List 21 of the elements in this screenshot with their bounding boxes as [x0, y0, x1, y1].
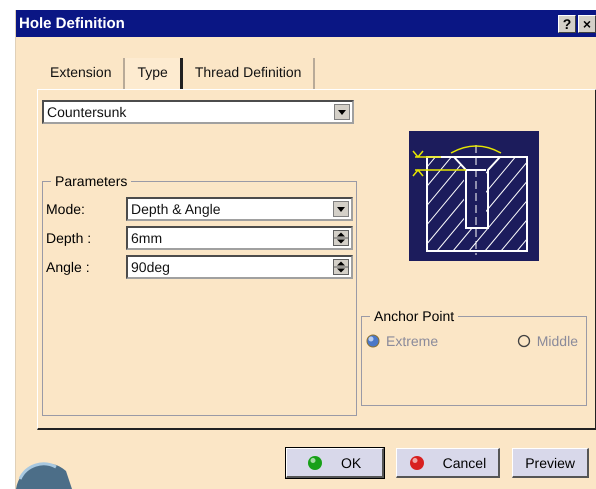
preview-button[interactable]: Preview: [512, 448, 589, 478]
input-field[interactable]: 6mm: [126, 226, 353, 250]
mode-dropdown[interactable]: Depth & Angle: [126, 197, 353, 221]
ball-icon: [306, 454, 323, 470]
tab[interactable]: Type: [125, 58, 183, 89]
close-button[interactable]: ×: [578, 14, 596, 32]
input-field[interactable]: 90deg: [126, 255, 353, 279]
ball-icon: [408, 454, 425, 470]
group-title: Parameters: [51, 173, 132, 189]
window-title: Hole Definition: [19, 15, 125, 32]
hole-type-dropdown[interactable]: Countersunk: [42, 100, 354, 124]
group-title: Anchor Point: [370, 308, 458, 324]
spinner-icon[interactable]: [333, 259, 349, 275]
cancel-button[interactable]: Cancel: [396, 448, 500, 478]
tab[interactable]: Thread Definition: [182, 58, 316, 89]
field-label: Mode:: [46, 201, 86, 217]
ok-button[interactable]: OK: [286, 448, 384, 478]
help-button[interactable]: ?: [558, 14, 576, 32]
field-label: Angle :: [46, 259, 91, 275]
spinner-icon[interactable]: [333, 230, 349, 246]
field-label: Depth :: [46, 230, 92, 246]
